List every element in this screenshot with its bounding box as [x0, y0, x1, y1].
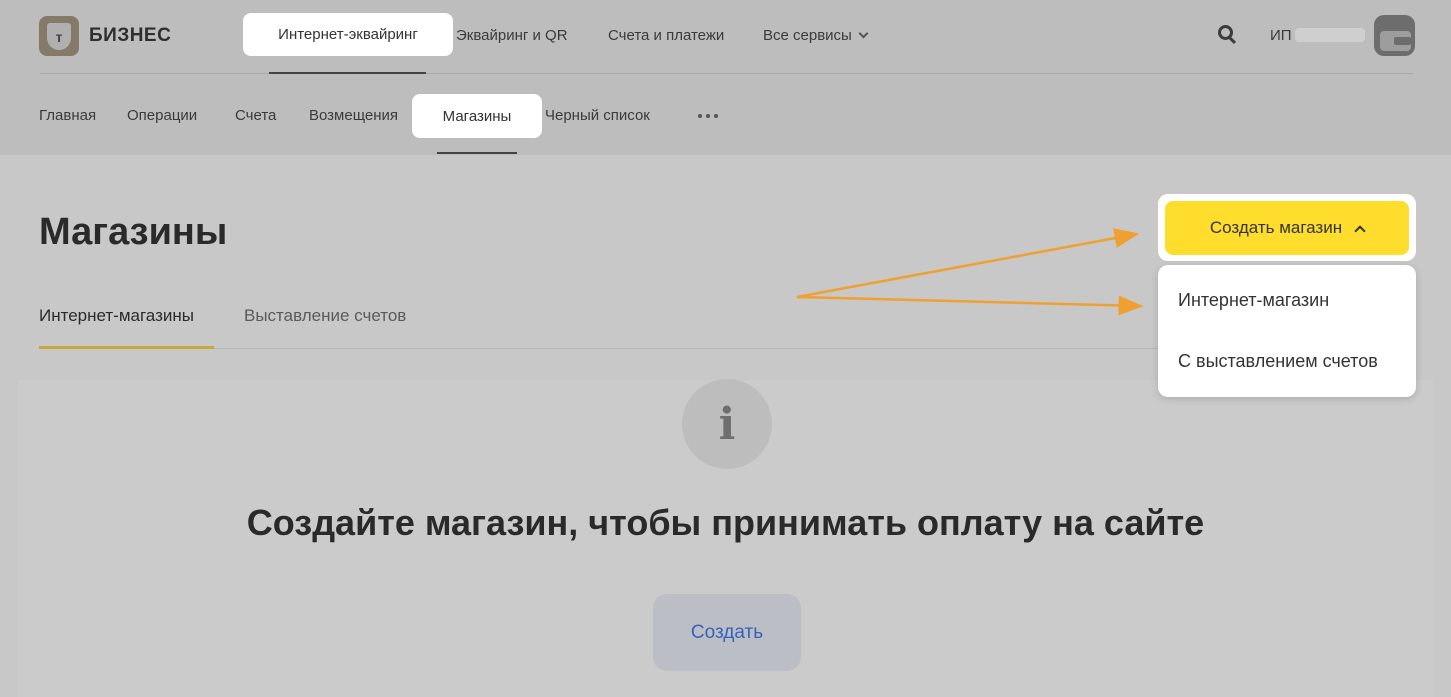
logo[interactable]: т БИЗНЕС — [39, 16, 171, 56]
sub-nav-operations[interactable]: Операции — [127, 107, 197, 124]
user-name-label[interactable]: ИП — [1270, 27, 1292, 44]
sub-nav-accounts[interactable]: Счета — [235, 107, 276, 124]
logo-mark-letter: т — [47, 23, 71, 50]
create-shop-button[interactable]: Создать магазин — [1165, 201, 1409, 255]
logo-text: БИЗНЕС — [89, 25, 172, 46]
empty-state-title: Создайте магазин, чтобы принимать оплату… — [246, 502, 1205, 543]
top-nav-divider — [40, 73, 1413, 74]
top-nav-all-services[interactable]: Все сервисы — [763, 27, 869, 44]
sub-nav-active-underline — [437, 152, 517, 154]
page-title: Магазины — [39, 211, 228, 253]
chevron-down-icon — [858, 28, 869, 39]
top-nav-active-underline — [269, 72, 426, 74]
create-shop-menu: Интернет-магазин С выставлением счетов — [1158, 265, 1416, 397]
top-nav-all-services-label: Все сервисы — [763, 27, 852, 44]
top-nav-accounts-payments[interactable]: Счета и платежи — [608, 27, 724, 44]
menu-item-internet-shop[interactable]: Интернет-магазин — [1178, 290, 1329, 311]
tab-active-underline — [39, 346, 214, 349]
arrow-to-internet-shop — [796, 295, 1144, 316]
top-nav-acquiring-qr[interactable]: Эквайринг и QR — [456, 27, 568, 44]
sub-nav-blacklist[interactable]: Черный список — [545, 107, 650, 124]
sub-nav-home[interactable]: Главная — [39, 107, 96, 124]
create-button[interactable]: Создать — [653, 594, 801, 671]
sub-nav-shops[interactable]: Магазины — [412, 94, 542, 138]
arrow-to-create-button — [796, 228, 1140, 299]
sub-nav-refunds[interactable]: Возмещения — [309, 107, 398, 124]
info-icon: i — [682, 379, 772, 469]
tab-internet-shops[interactable]: Интернет-магазины — [39, 306, 194, 326]
top-nav-internet-acquiring[interactable]: Интернет-эквайринг — [243, 13, 453, 56]
top-bar — [0, 0, 1451, 155]
tab-invoicing[interactable]: Выставление счетов — [244, 306, 406, 326]
create-shop-button-label: Создать магазин — [1209, 218, 1343, 237]
menu-item-invoicing[interactable]: С выставлением счетов — [1178, 351, 1378, 372]
user-name-redacted — [1295, 28, 1365, 42]
search-icon[interactable] — [1218, 25, 1237, 45]
more-icon[interactable] — [698, 114, 718, 118]
avatar[interactable] — [1374, 15, 1415, 56]
logo-icon: т — [39, 16, 79, 56]
chevron-up-icon — [1354, 225, 1366, 237]
